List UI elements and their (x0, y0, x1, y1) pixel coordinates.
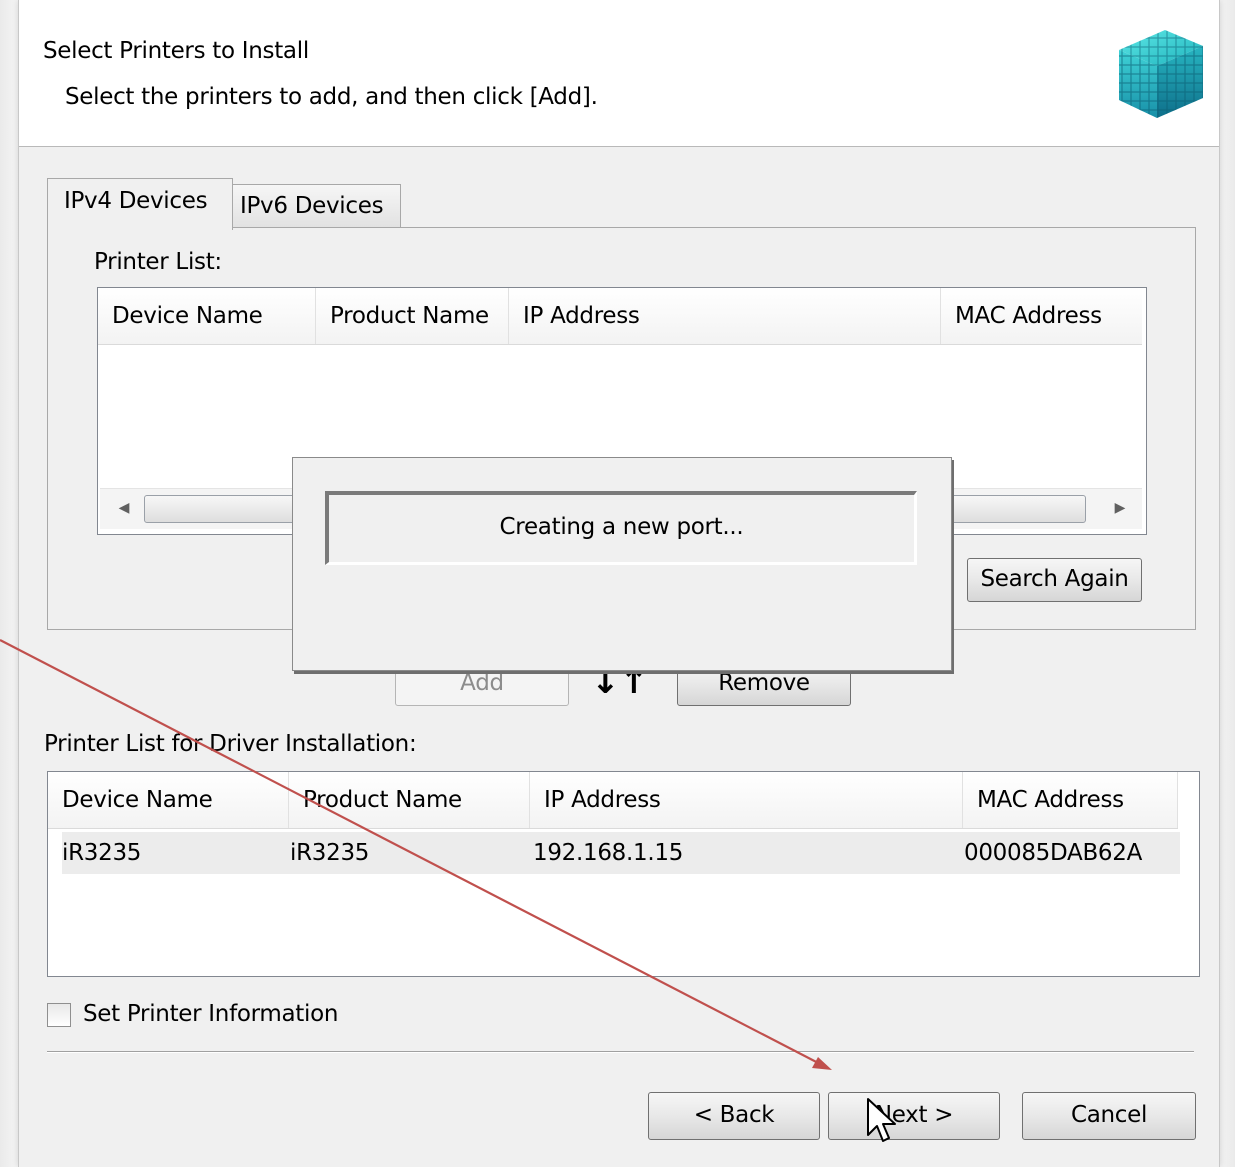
column-device-name[interactable]: Device Name (48, 772, 289, 828)
install-list-header: Device Name Product Name IP Address MAC … (48, 772, 1178, 829)
install-list[interactable]: Device Name Product Name IP Address MAC … (47, 771, 1200, 977)
scroll-right-arrow-icon[interactable]: ▶ (1110, 497, 1130, 519)
progress-message: Creating a new port... (325, 491, 917, 565)
cell-device-name: iR3235 (62, 840, 142, 866)
column-mac-address[interactable]: MAC Address (941, 288, 1142, 344)
cell-mac-address: 000085DAB62A (964, 840, 1143, 866)
printer-list-label: Printer List: (94, 249, 222, 275)
column-device-name[interactable]: Device Name (98, 288, 316, 344)
progress-dialog: Creating a new port... (292, 457, 952, 671)
cell-product-name: iR3235 (290, 840, 370, 866)
wizard-header: Select Printers to Install Select the pr… (19, 0, 1219, 147)
column-product-name[interactable]: Product Name (316, 288, 509, 344)
page-title: Select Printers to Install (43, 38, 309, 64)
set-printer-information-label[interactable]: Set Printer Information (83, 1001, 338, 1027)
back-button[interactable]: < Back (648, 1092, 820, 1140)
tab-ipv4-devices[interactable]: IPv4 Devices (47, 178, 233, 230)
printer-cube-logo-icon (1119, 30, 1203, 118)
column-ip-address[interactable]: IP Address (530, 772, 963, 828)
install-list-label: Printer List for Driver Installation: (44, 731, 417, 757)
footer-separator (47, 1051, 1194, 1053)
column-ip-address[interactable]: IP Address (509, 288, 941, 344)
column-product-name[interactable]: Product Name (289, 772, 530, 828)
printer-list-header: Device Name Product Name IP Address MAC … (98, 288, 1142, 345)
mouse-pointer-icon (867, 1098, 896, 1142)
tab-ipv6-devices[interactable]: IPv6 Devices (231, 184, 401, 228)
set-printer-information-checkbox[interactable] (47, 1003, 71, 1027)
table-row[interactable]: iR3235 iR3235 192.168.1.15 000085DAB62A (62, 832, 1180, 874)
scroll-left-arrow-icon[interactable]: ◀ (114, 497, 134, 519)
search-again-button[interactable]: Search Again (967, 558, 1142, 602)
cancel-button[interactable]: Cancel (1022, 1092, 1196, 1140)
next-button[interactable]: Next > (828, 1092, 1000, 1140)
cell-ip-address: 192.168.1.15 (533, 840, 684, 866)
page-subtitle: Select the printers to add, and then cli… (65, 84, 598, 110)
installer-dialog: Select Printers to Install Select the pr… (18, 0, 1220, 1167)
column-mac-address[interactable]: MAC Address (963, 772, 1178, 828)
